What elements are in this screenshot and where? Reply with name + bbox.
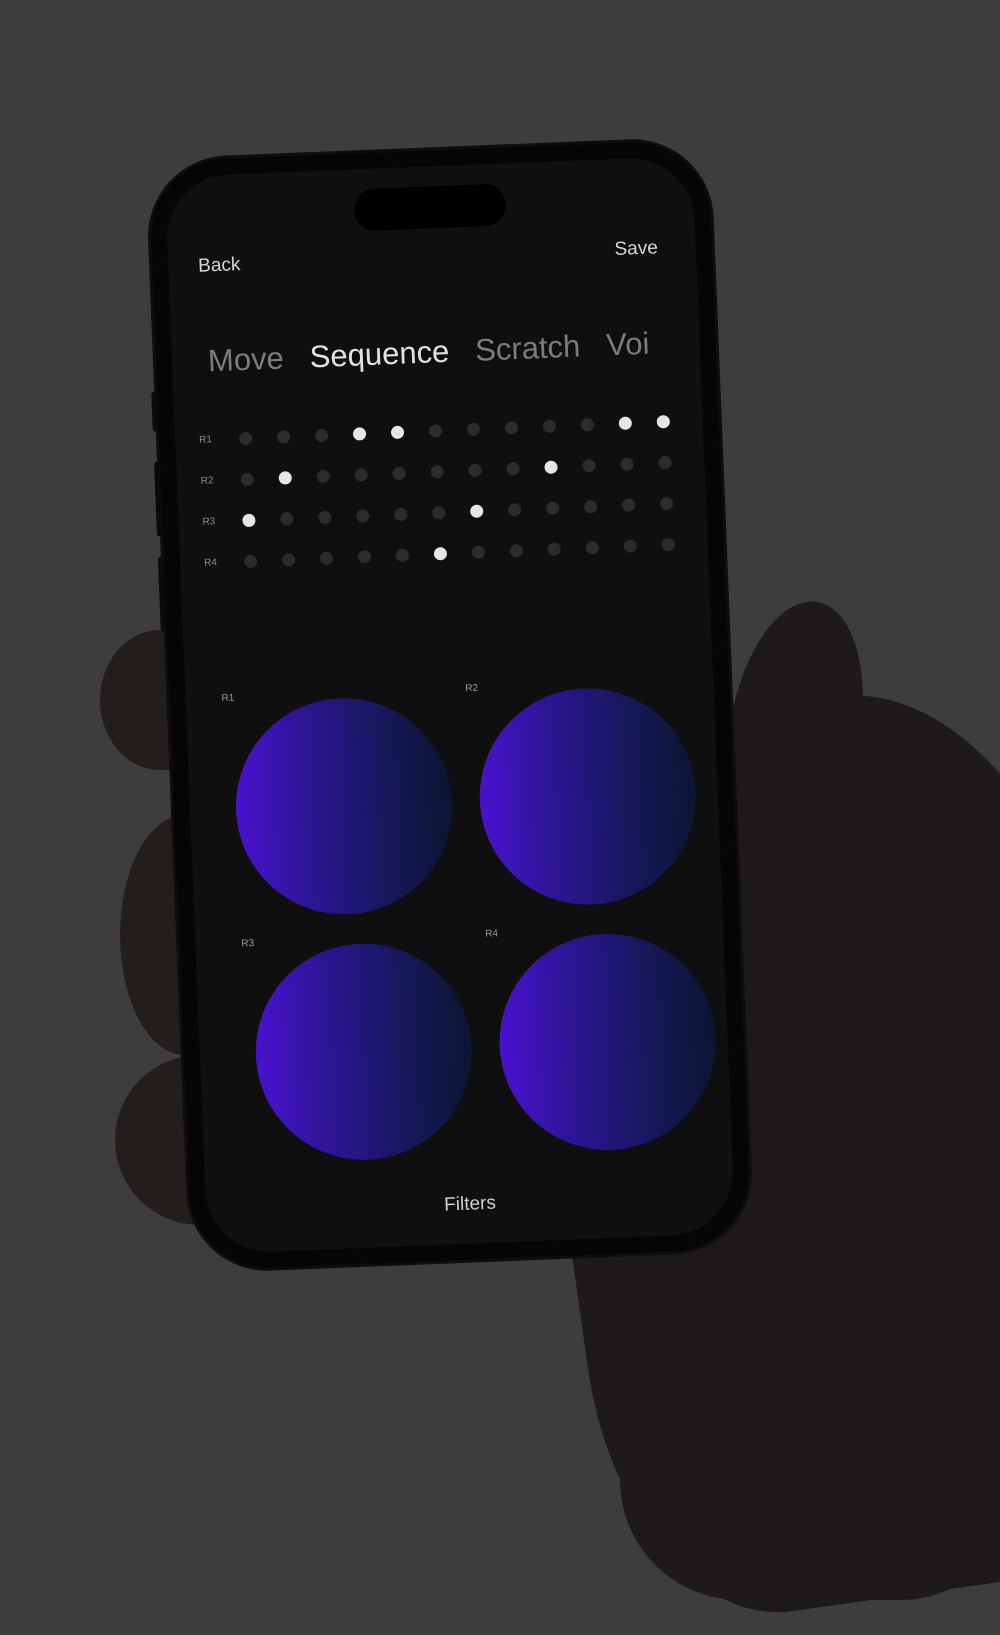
step-dot-active[interactable] [278, 471, 293, 485]
step-dot-inactive[interactable] [621, 498, 636, 512]
step-dot-inactive[interactable] [428, 424, 443, 438]
pad-label: R4 [485, 928, 499, 940]
step-dot-inactive[interactable] [661, 537, 675, 552]
step-dot-inactive[interactable] [545, 501, 560, 515]
phone-volume-up-button [153, 461, 164, 537]
tab-sequence[interactable]: Sequence [309, 334, 450, 376]
step-dot-inactive[interactable] [356, 509, 370, 523]
pad-grid: R1 R2 R3 R4 [221, 682, 720, 1164]
dynamic-island [353, 183, 507, 232]
step-dot-inactive[interactable] [238, 431, 253, 446]
step-dot-inactive[interactable] [395, 548, 410, 563]
app-screen: Back Save Move Sequence Scratch Voi R1 R2 R3 R… [164, 155, 736, 1255]
row-label: R2 [200, 475, 214, 487]
pad-label: R1 [221, 692, 235, 705]
mode-tabs: Move Sequence Scratch Voi [207, 325, 676, 380]
pad-circle[interactable] [475, 684, 701, 909]
step-dot-inactive[interactable] [357, 550, 372, 564]
step-dot-active[interactable] [433, 547, 448, 561]
step-dot-inactive[interactable] [547, 542, 562, 556]
phone-volume-down-button [157, 556, 167, 632]
back-button[interactable]: Back [198, 254, 241, 278]
pad-circle[interactable] [231, 694, 457, 919]
step-dot-inactive[interactable] [430, 465, 444, 479]
row-label: R4 [203, 557, 218, 569]
phone-device: Back Save Move Sequence Scratch Voi R1 R2 R3 R… [147, 139, 753, 1271]
step-dot-active[interactable] [390, 425, 405, 440]
step-dot-inactive[interactable] [506, 462, 520, 476]
step-dot-active[interactable] [544, 460, 558, 475]
step-dot-active[interactable] [469, 504, 484, 519]
row-label: R1 [198, 434, 213, 446]
tab-move[interactable]: Move [207, 340, 284, 379]
pad-label: R2 [465, 682, 479, 695]
step-dot-inactive[interactable] [318, 510, 332, 525]
phone-action-button [151, 391, 159, 432]
step-dot-inactive[interactable] [392, 466, 406, 481]
step-dot-active[interactable] [352, 427, 367, 441]
step-dot-inactive[interactable] [394, 507, 408, 522]
step-dot-inactive[interactable] [314, 428, 329, 443]
step-dot-inactive[interactable] [659, 496, 674, 511]
step-dot-inactive[interactable] [583, 499, 598, 514]
step-dot-inactive[interactable] [509, 543, 524, 558]
step-dot-inactive[interactable] [243, 554, 258, 569]
filters-button[interactable]: Filters [206, 1183, 734, 1226]
step-dot-active[interactable] [242, 513, 256, 528]
step-dot-inactive[interactable] [580, 418, 595, 432]
step-dot-inactive[interactable] [585, 540, 600, 555]
hand-wrist [620, 1200, 1000, 1600]
step-dot-inactive[interactable] [280, 512, 294, 526]
step-dot-inactive[interactable] [281, 553, 296, 567]
row-label: R3 [202, 516, 216, 528]
pad-circle[interactable] [251, 939, 477, 1164]
tab-scratch[interactable]: Scratch [475, 328, 581, 368]
step-dot-inactive[interactable] [623, 539, 638, 553]
step-dot-inactive[interactable] [468, 463, 482, 478]
step-dot-inactive[interactable] [319, 551, 334, 566]
step-dot-inactive[interactable] [542, 419, 557, 434]
step-dot-inactive[interactable] [658, 455, 672, 470]
pad-label: R3 [241, 938, 255, 950]
step-dot-inactive[interactable] [240, 472, 255, 487]
sequencer-grid: R1 R2 R3 R4 [198, 400, 708, 584]
step-dot-inactive[interactable] [471, 545, 486, 559]
step-dot-inactive[interactable] [316, 469, 330, 484]
tab-voi[interactable]: Voi [606, 326, 651, 364]
pad-circle[interactable] [495, 929, 720, 1155]
step-dot-active[interactable] [656, 414, 671, 429]
step-dot-inactive[interactable] [504, 421, 519, 435]
step-dot-inactive[interactable] [354, 468, 368, 482]
step-dot-inactive[interactable] [276, 430, 291, 444]
step-dot-inactive[interactable] [432, 506, 446, 520]
step-dot-inactive[interactable] [466, 422, 481, 437]
step-dot-active[interactable] [618, 416, 633, 430]
save-button[interactable]: Save [614, 237, 658, 261]
step-dot-inactive[interactable] [620, 457, 634, 471]
step-dot-inactive[interactable] [582, 458, 596, 473]
step-dot-inactive[interactable] [507, 502, 522, 517]
